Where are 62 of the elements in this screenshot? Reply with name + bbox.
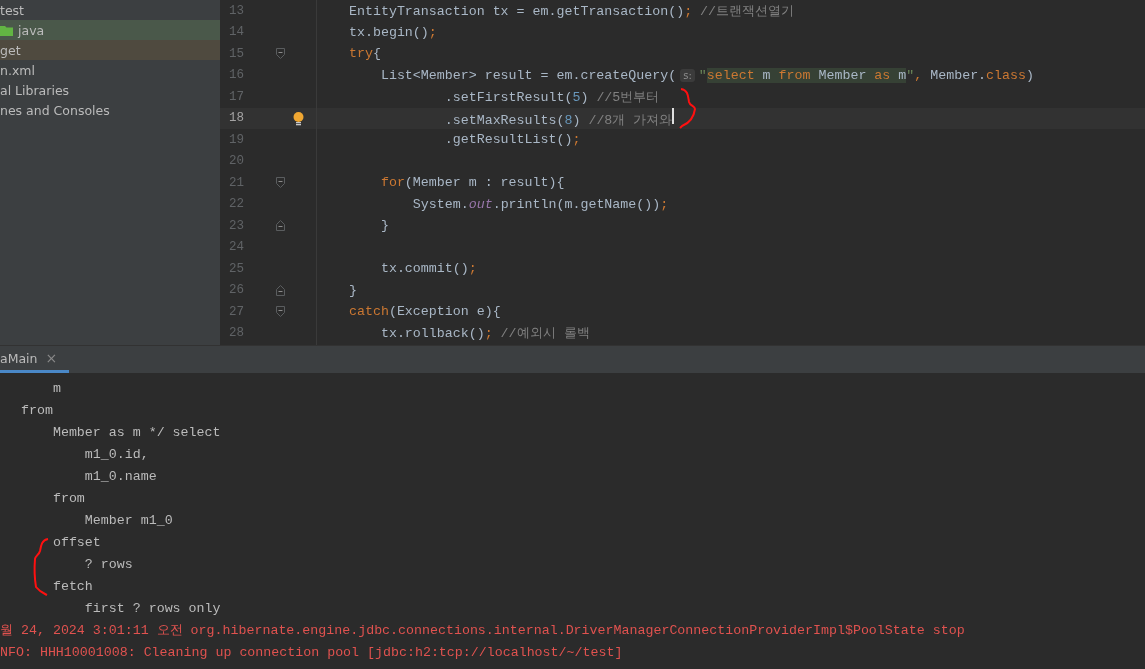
- console-line: NFO: HHH10001008: Cleaning up connection pool [jdbc:h2:tcp://localhost/~/test]: [0, 644, 623, 662]
- line-number: 17: [228, 89, 244, 104]
- line-number: 25: [228, 261, 244, 276]
- code-line: }: [349, 282, 357, 298]
- line-number: 28: [228, 326, 244, 341]
- console-line: Member m1_0: [83, 512, 173, 530]
- close-button[interactable]: ×: [45, 350, 58, 366]
- line-number: 14: [228, 25, 244, 40]
- tree-item[interactable]: test: [0, 0, 220, 20]
- console-line: Member as m */ select: [51, 424, 221, 442]
- parameter-hint: s:: [680, 68, 695, 82]
- fold-icon[interactable]: [276, 284, 285, 296]
- line-number: 27: [228, 304, 244, 319]
- line-number: 21: [228, 175, 244, 190]
- code-line: .setFirstResult(5) //5번부터: [443, 88, 660, 106]
- console-tab[interactable]: aMain ×: [0, 346, 70, 373]
- console-line: m: [51, 380, 61, 398]
- console-line: m1_0.name: [83, 468, 157, 486]
- tree-item[interactable]: get: [0, 40, 220, 60]
- code-line: List<Member> result = em.createQuery( s: "select m from Member as m", Member.class): [379, 67, 1034, 83]
- code-line: tx.rollback(); //예외시 롤백: [379, 325, 590, 343]
- tree-item[interactable]: n.xml: [0, 60, 220, 80]
- line-number: 20: [228, 154, 244, 169]
- code-line: EntityTransaction tx = em.getTransaction(); //트랜잭션열기: [349, 2, 795, 20]
- code-line: for(Member m : result){: [379, 175, 565, 191]
- console-line: first ? rows only: [83, 600, 221, 618]
- line-number: 16: [228, 68, 244, 83]
- code-line: catch(Exception e){: [349, 304, 501, 320]
- console-line: fetch: [51, 578, 93, 596]
- tree-item[interactable]: nes and Consoles: [0, 100, 220, 120]
- text-cursor: [672, 107, 674, 124]
- console-line: from: [20, 402, 53, 420]
- bracket-drawing: [32, 537, 50, 597]
- code-line: tx.begin();: [349, 24, 437, 40]
- line-number: 23: [228, 218, 244, 233]
- code-line: }: [379, 218, 389, 234]
- line-number: 15: [228, 46, 244, 61]
- line-number: 22: [228, 197, 244, 212]
- code-line: System.out.println(m.getName());: [411, 196, 669, 212]
- console-line: 월 24, 2024 3:01:11 오전 org.hibernate.engine.jdbc.connections.internal.DriverManagerConnectionProviderImpl$PoolState stop: [0, 622, 965, 640]
- line-number: 13: [228, 3, 244, 18]
- console-line: offset: [51, 534, 101, 552]
- console-line: m1_0.id,: [83, 446, 149, 464]
- line-number: 18: [228, 111, 244, 126]
- line-number: 19: [228, 132, 244, 147]
- code-line: tx.commit();: [379, 261, 477, 277]
- folder-icon: [0, 24, 13, 36]
- bracket-drawing: [678, 86, 698, 130]
- fold-icon[interactable]: [276, 220, 285, 231]
- line-number: 26: [228, 283, 244, 298]
- code-line: try{: [349, 46, 381, 62]
- fold-icon[interactable]: [276, 306, 285, 317]
- tree-item[interactable]: al Libraries: [0, 80, 220, 100]
- lightbulb-icon[interactable]: [293, 111, 304, 126]
- fold-icon[interactable]: [276, 177, 285, 188]
- tree-item[interactable]: java: [0, 20, 220, 40]
- fold-icon[interactable]: [276, 48, 285, 59]
- line-number: 24: [228, 240, 244, 255]
- console-line: ? rows: [83, 556, 133, 574]
- code-line: .setMaxResults(8) //8개 가져와: [349, 107, 674, 129]
- code-line: .getResultList();: [443, 132, 581, 148]
- console-line: from: [51, 490, 85, 508]
